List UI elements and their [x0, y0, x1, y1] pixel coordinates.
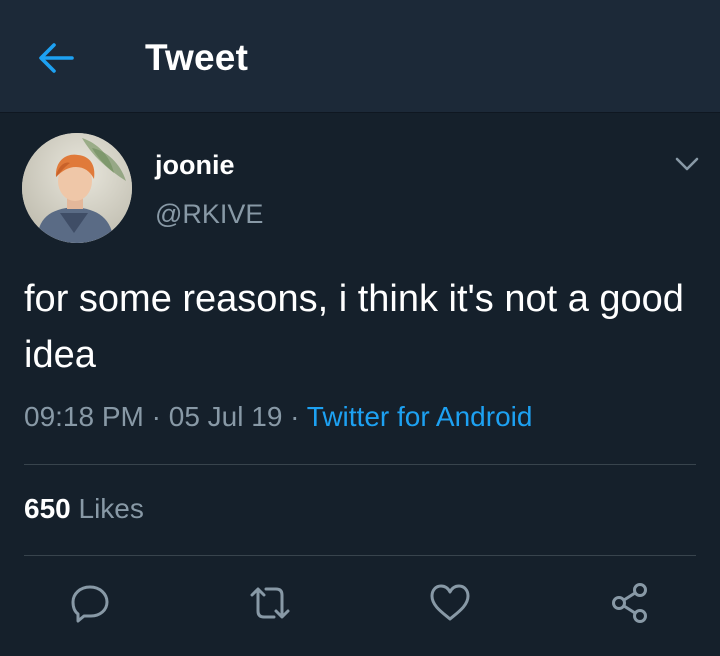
share-button[interactable]	[600, 573, 660, 633]
retweet-icon	[250, 587, 290, 619]
tweet-source-link[interactable]: Twitter for Android	[307, 401, 533, 432]
tweet-detail: joonie @RKIVE for some reasons, i think …	[0, 113, 720, 656]
like-icon	[430, 584, 470, 621]
tweet-date: 05 Jul 19	[168, 401, 283, 432]
arrow-left-icon	[39, 43, 74, 73]
back-button[interactable]	[30, 34, 82, 82]
likes-label: Likes	[78, 493, 144, 524]
tweet-time: 09:18 PM	[24, 401, 144, 432]
avatar[interactable]	[22, 133, 132, 243]
share-icon	[612, 583, 647, 623]
meta-separator: ·	[290, 401, 300, 432]
likes-count: 650	[24, 493, 71, 524]
top-app-bar: Tweet	[0, 0, 720, 113]
page-title: Tweet	[145, 37, 249, 78]
chevron-down-icon	[675, 157, 699, 171]
divider	[24, 464, 696, 465]
display-name[interactable]: joonie	[155, 150, 235, 181]
reply-button[interactable]	[60, 573, 120, 633]
like-button[interactable]	[420, 573, 480, 633]
tweet-menu-button[interactable]	[670, 149, 704, 179]
meta-separator: ·	[151, 401, 161, 432]
tweet-metadata: 09:18 PM · 05 Jul 19 · Twitter for Andro…	[24, 401, 532, 433]
retweet-button[interactable]	[240, 573, 300, 633]
profile-photo	[22, 133, 132, 243]
divider	[24, 555, 696, 556]
user-handle[interactable]: @RKIVE	[155, 199, 263, 230]
reply-icon	[71, 585, 109, 623]
tweet-text: for some reasons, i think it's not a goo…	[24, 278, 684, 376]
likes-stat[interactable]: 650 Likes	[24, 493, 144, 525]
